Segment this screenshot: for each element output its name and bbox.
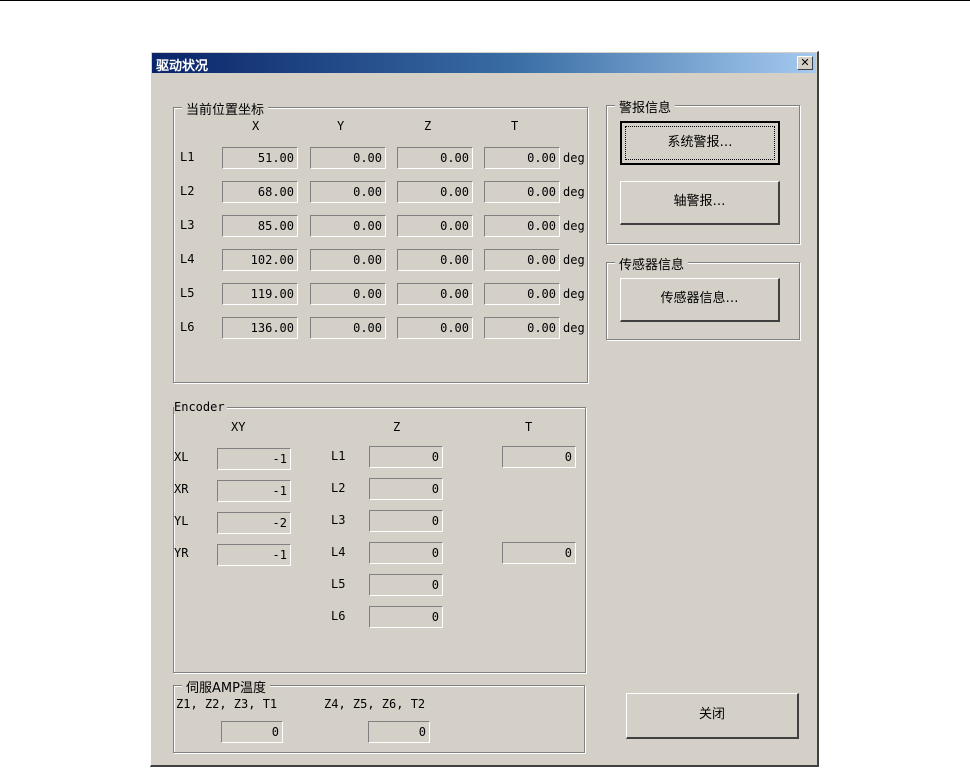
encoder-z-field: 0 xyxy=(369,510,443,532)
header-z: Z xyxy=(424,119,432,133)
encoder-xy-header: XY xyxy=(231,420,246,434)
position-x-field: 85.00 xyxy=(222,215,298,237)
position-row-label: L5 xyxy=(180,286,195,300)
position-x-field: 68.00 xyxy=(222,181,298,203)
alarm-info-group: 警报信息 系统警报… 轴警报… xyxy=(606,97,800,244)
encoder-xy-label: YL xyxy=(174,514,189,528)
encoder-xy-label: YR xyxy=(174,546,189,560)
unit-label: deg xyxy=(563,151,585,165)
position-t-field: 0.00 xyxy=(484,147,560,169)
position-y-field: 0.00 xyxy=(310,249,386,271)
encoder-t2-field: 0 xyxy=(502,542,576,564)
position-t-field: 0.00 xyxy=(484,215,560,237)
position-z-field: 0.00 xyxy=(397,283,473,305)
unit-label: deg xyxy=(563,219,585,233)
encoder-z-field: 0 xyxy=(369,446,443,468)
header-t: T xyxy=(511,119,519,133)
title-bar[interactable]: 驱动状况 ✕ xyxy=(152,53,816,74)
position-z-field: 0.00 xyxy=(397,249,473,271)
encoder-z-field: 0 xyxy=(369,542,443,564)
position-x-field: 119.00 xyxy=(222,283,298,305)
position-x-field: 51.00 xyxy=(222,147,298,169)
position-z-field: 0.00 xyxy=(397,317,473,339)
current-position-legend: 当前位置坐标 xyxy=(182,99,269,118)
position-row-label: L3 xyxy=(180,218,195,232)
current-position-group: 当前位置坐标 X Y Z T L1 51.00 0.00 0.00 0.00 deg L2 6… xyxy=(173,99,588,383)
axis-alarm-label: 轴警报… xyxy=(673,194,726,209)
servo-amp-temp-group: 伺服AMP温度 Z1, Z2, Z3, T1 Z4, Z5, Z6, T2 0 … xyxy=(173,677,585,753)
encoder-legend: Encoder xyxy=(174,400,227,414)
unit-label: deg xyxy=(563,185,585,199)
position-row-label: L2 xyxy=(180,184,195,198)
sensor-info-button-label: 传感器信息… xyxy=(660,291,739,306)
alarm-info-legend: 警报信息 xyxy=(615,97,676,116)
header-y: Y xyxy=(337,119,345,133)
position-t-field: 0.00 xyxy=(484,249,560,271)
close-button[interactable]: 关闭 xyxy=(626,693,799,739)
close-button-label: 关闭 xyxy=(698,707,725,722)
servo-group2-field: 0 xyxy=(368,721,430,743)
servo-group2-label: Z4, Z5, Z6, T2 xyxy=(324,697,426,711)
sensor-info-legend: 传感器信息 xyxy=(615,254,689,273)
position-row-label: L4 xyxy=(180,252,195,266)
servo-amp-temp-legend: 伺服AMP温度 xyxy=(182,677,270,696)
servo-group1-label: Z1, Z2, Z3, T1 xyxy=(176,697,278,711)
encoder-z-field: 0 xyxy=(369,574,443,596)
position-y-field: 0.00 xyxy=(310,147,386,169)
encoder-xy-field: -1 xyxy=(217,480,291,502)
axis-alarm-button[interactable]: 轴警报… xyxy=(620,181,780,225)
position-y-field: 0.00 xyxy=(310,215,386,237)
encoder-z-label: L5 xyxy=(331,577,346,591)
position-t-field: 0.00 xyxy=(484,181,560,203)
drive-status-dialog: 驱动状况 ✕ 当前位置坐标 X Y Z T L1 51.00 0.00 0.00 0.0… xyxy=(150,51,819,767)
encoder-t1-field: 0 xyxy=(502,446,576,468)
encoder-xy-label: XR xyxy=(174,482,189,496)
encoder-z-label: L1 xyxy=(331,449,346,463)
close-icon[interactable]: ✕ xyxy=(797,56,813,70)
system-alarm-button[interactable]: 系统警报… xyxy=(620,121,780,165)
encoder-t-header: T xyxy=(525,420,533,434)
encoder-z-label: L3 xyxy=(331,513,346,527)
encoder-z-header: Z xyxy=(393,420,401,434)
top-border-line xyxy=(0,0,970,1)
encoder-z-label: L6 xyxy=(331,609,346,623)
position-z-field: 0.00 xyxy=(397,147,473,169)
position-x-field: 136.00 xyxy=(222,317,298,339)
encoder-group: Encoder XY Z T XL -1 XR -1 YL -2 YR -1 L1 0 L2 0 L3… xyxy=(173,400,586,673)
system-alarm-label: 系统警报… xyxy=(667,135,733,150)
encoder-xy-label: XL xyxy=(174,450,189,464)
unit-label: deg xyxy=(563,287,585,301)
position-t-field: 0.00 xyxy=(484,317,560,339)
encoder-z-label: L2 xyxy=(331,481,346,495)
encoder-xy-field: -1 xyxy=(217,544,291,566)
position-z-field: 0.00 xyxy=(397,215,473,237)
encoder-z-field: 0 xyxy=(369,606,443,628)
encoder-xy-field: -1 xyxy=(217,448,291,470)
encoder-z-field: 0 xyxy=(369,478,443,500)
unit-label: deg xyxy=(563,321,585,335)
window-title: 驱动状况 xyxy=(156,59,209,74)
position-row-label: L1 xyxy=(180,150,195,164)
unit-label: deg xyxy=(563,253,585,267)
encoder-z-label: L4 xyxy=(331,545,346,559)
position-row-label: L6 xyxy=(180,320,195,334)
header-x: X xyxy=(252,119,260,133)
position-y-field: 0.00 xyxy=(310,317,386,339)
position-x-field: 102.00 xyxy=(222,249,298,271)
position-y-field: 0.00 xyxy=(310,181,386,203)
position-z-field: 0.00 xyxy=(397,181,473,203)
position-t-field: 0.00 xyxy=(484,283,560,305)
position-y-field: 0.00 xyxy=(310,283,386,305)
encoder-xy-field: -2 xyxy=(217,512,291,534)
sensor-info-button[interactable]: 传感器信息… xyxy=(620,278,780,322)
sensor-info-group: 传感器信息 传感器信息… xyxy=(606,254,800,340)
servo-group1-field: 0 xyxy=(221,721,283,743)
